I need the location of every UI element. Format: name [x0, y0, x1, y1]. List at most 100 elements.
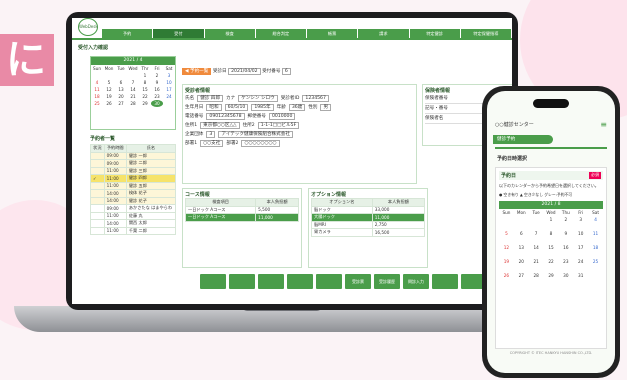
field-dept2[interactable]: ○○○○○○○○ [241, 140, 280, 147]
calendar-day[interactable] [514, 216, 529, 230]
menu-icon[interactable]: ≡ [600, 120, 607, 129]
table-row[interactable]: 11:00 健診 三郎 [90, 166, 177, 175]
calendar-day[interactable]: 18 [588, 244, 603, 258]
table-row[interactable]: 09:00 健診 一郎 [90, 151, 177, 160]
calendar-day[interactable]: 11 [91, 86, 103, 93]
calendar-day[interactable]: 2 [151, 72, 163, 79]
field-co_code[interactable]: 3 [206, 131, 216, 138]
action-button[interactable]: 問診入力 [403, 274, 429, 289]
field-age[interactable]: 36歳 [288, 104, 306, 111]
field-zip[interactable]: 0010000 [268, 113, 296, 120]
field-era[interactable]: 昭和 [206, 104, 222, 111]
phone-tab[interactable]: 健診予約 [493, 135, 553, 144]
calendar-day[interactable]: 27 [115, 100, 127, 107]
action-button[interactable] [229, 274, 255, 289]
calendar-day[interactable]: 22 [544, 258, 559, 272]
calendar-day[interactable]: 14 [529, 244, 544, 258]
calendar-day[interactable]: 24 [163, 93, 175, 100]
calendar-day[interactable]: 22 [139, 93, 151, 100]
table-row[interactable]: 脳MRI 2,750 [311, 220, 426, 229]
calendar-day[interactable] [127, 72, 139, 79]
calendar-day[interactable]: 4 [91, 79, 103, 86]
field-co[interactable]: アイテック健康保険組合株式会社 [218, 131, 293, 138]
calendar-day[interactable]: 3 [163, 72, 175, 79]
table-row[interactable]: 脳ドック 33,000 [311, 205, 426, 214]
table-row[interactable]: 11:00 千葉 二郎 [90, 226, 177, 235]
calendar-day[interactable]: 31 [573, 272, 588, 286]
calendar-day[interactable]: 6 [115, 79, 127, 86]
field-addr2[interactable]: 1-1-1□□ビル5F [257, 122, 300, 129]
calendar-day[interactable]: 7 [127, 79, 139, 86]
calendar-day[interactable]: 7 [529, 230, 544, 244]
field-sex[interactable]: 男 [320, 104, 332, 111]
calendar-day[interactable]: 23 [558, 258, 573, 272]
calendar-day[interactable]: 26 [499, 272, 514, 286]
table-row[interactable]: 14:00 検体 花子 [90, 189, 177, 198]
calendar-day[interactable] [529, 216, 544, 230]
calendar-day[interactable]: 25 [588, 258, 603, 272]
field-year[interactable]: 1985年 [251, 104, 274, 111]
calendar-day[interactable]: 8 [139, 79, 151, 86]
calendar-day[interactable]: 9 [151, 79, 163, 86]
receipt-num-field[interactable]: 6 [281, 68, 291, 75]
table-row[interactable]: 09:00 健診 二郎 [90, 159, 177, 168]
calendar-day[interactable]: 28 [127, 100, 139, 107]
table-row[interactable]: 14:00 関西 太郎 [90, 219, 177, 228]
calendar-day[interactable]: 14 [127, 86, 139, 93]
field-dob[interactable]: 60/5/10 [224, 104, 249, 111]
calendar-day[interactable]: 23 [151, 93, 163, 100]
calendar-day[interactable]: 12 [499, 244, 514, 258]
calendar-day[interactable]: 4 [588, 216, 603, 230]
calendar-day[interactable]: 19 [499, 258, 514, 272]
calendar-day[interactable]: 12 [103, 86, 115, 93]
field-id[interactable]: 1234567 [302, 95, 329, 102]
calendar-day[interactable]: 13 [514, 244, 529, 258]
nav-item[interactable]: 総合判定 [255, 29, 307, 38]
calendar-day[interactable] [588, 272, 603, 286]
calendar-day[interactable]: 11 [588, 230, 603, 244]
calendar-day[interactable]: 6 [514, 230, 529, 244]
calendar-day[interactable]: 9 [558, 230, 573, 244]
calendar-day[interactable]: 3 [573, 216, 588, 230]
field-dept[interactable]: ○○支社 [200, 140, 224, 147]
calendar-day[interactable] [91, 72, 103, 79]
nav-item[interactable]: 受付 [153, 29, 205, 38]
table-row[interactable]: 胃カメラ 16,500 [311, 228, 426, 237]
calendar-day[interactable] [163, 100, 175, 107]
table-row[interactable]: 一日ドック Aコース 5,500 [184, 205, 299, 214]
field-kana[interactable]: ケンシン シロウ [238, 95, 278, 102]
calendar-day[interactable]: 26 [103, 100, 115, 107]
calendar-day[interactable]: 18 [91, 93, 103, 100]
calendar-day[interactable]: 13 [115, 86, 127, 93]
calendar-day[interactable]: 10 [163, 79, 175, 86]
action-button[interactable] [432, 274, 458, 289]
calendar-day[interactable] [499, 216, 514, 230]
calendar-day[interactable]: 1 [139, 72, 151, 79]
nav-item[interactable]: 検査 [204, 29, 256, 38]
table-row[interactable]: 11:00 健診 五郎 [90, 181, 177, 190]
action-button[interactable] [200, 274, 226, 289]
table-row[interactable]: 14:00 健診 花子 [90, 196, 177, 205]
calendar-day[interactable]: 29 [139, 100, 151, 107]
field-name[interactable]: 健診 四郎 [197, 95, 224, 102]
action-button[interactable]: 受診履歴 [374, 274, 400, 289]
calendar-day[interactable]: 30 [558, 272, 573, 286]
calendar-day[interactable]: 20 [115, 93, 127, 100]
action-button[interactable] [287, 274, 313, 289]
calendar-day[interactable]: 10 [573, 230, 588, 244]
calendar-day[interactable]: 5 [103, 79, 115, 86]
table-row[interactable]: 11:00 佐藤 丸 [90, 211, 177, 220]
phone-calendar-month[interactable]: 2021 / 8 [499, 201, 603, 209]
calendar-day[interactable]: 19 [103, 93, 115, 100]
calendar-month[interactable]: 2021 / 4 [91, 57, 175, 65]
table-row[interactable]: ✓ 11:00 健診 四郎 [90, 174, 177, 183]
action-button[interactable] [316, 274, 342, 289]
table-row[interactable]: 一日ドック Aコース 11,000 [184, 213, 299, 222]
calendar-day[interactable]: 1 [544, 216, 559, 230]
nav-item[interactable]: 帳票 [307, 29, 359, 38]
calendar-day[interactable]: 24 [573, 258, 588, 272]
calendar-day[interactable]: 27 [514, 272, 529, 286]
calendar-day[interactable]: 5 [499, 230, 514, 244]
calendar-day[interactable]: 16 [151, 86, 163, 93]
nav-item[interactable]: 請求 [358, 29, 410, 38]
